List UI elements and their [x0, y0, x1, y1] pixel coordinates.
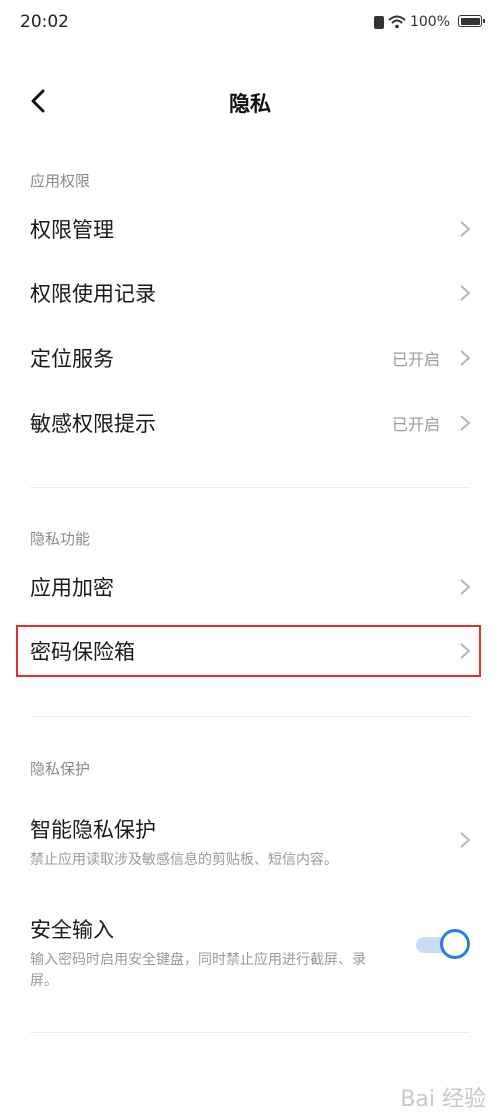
chevron-right-icon — [460, 579, 471, 595]
row-status-value: 已开启 — [391, 350, 440, 369]
battery-icon — [458, 15, 485, 27]
row-app-encryption[interactable]: 应用加密 — [0, 555, 500, 619]
row-description: 禁止应用读取涉及敏感信息的剪贴板、短信内容。 — [30, 852, 338, 868]
status-icons: 100% — [373, 14, 450, 30]
section-label-protection: 隐私保护 — [30, 760, 91, 778]
sim-icon — [373, 15, 384, 29]
chevron-right-icon — [460, 221, 471, 237]
secure-input-toggle[interactable] — [416, 929, 470, 961]
row-sensitive-permission-alert[interactable]: 敏感权限提示 已开启 — [0, 391, 500, 455]
watermark: Bai 经验 — [400, 1087, 486, 1112]
wifi-icon — [388, 15, 406, 29]
row-status-value: 已开启 — [391, 415, 440, 434]
row-label: 敏感权限提示 — [30, 412, 156, 436]
chevron-right-icon — [460, 832, 471, 848]
row-label: 应用加密 — [30, 576, 114, 600]
chevron-right-icon — [460, 285, 471, 301]
divider — [30, 487, 470, 488]
row-location-service[interactable]: 定位服务 已开启 — [0, 326, 500, 390]
row-label: 安全输入 — [30, 918, 114, 942]
row-label: 智能隐私保护 — [30, 818, 156, 842]
row-smart-privacy-protection[interactable]: 智能隐私保护 禁止应用读取涉及敏感信息的剪贴板、短信内容。 — [0, 800, 500, 890]
chevron-right-icon — [460, 415, 471, 431]
highlight-box — [16, 625, 481, 677]
row-label: 权限管理 — [30, 218, 114, 242]
divider — [30, 716, 470, 717]
row-description: 输入密码时启用安全键盘，同时禁止应用进行截屏、录屏。 — [30, 952, 366, 989]
row-permission-management[interactable]: 权限管理 — [0, 197, 500, 261]
section-label-features: 隐私功能 — [30, 530, 91, 548]
page-title: 隐私 — [229, 92, 271, 116]
divider — [30, 1032, 470, 1033]
row-label: 定位服务 — [30, 347, 114, 371]
chevron-right-icon — [460, 350, 471, 366]
section-label-permissions: 应用权限 — [30, 172, 91, 190]
row-label: 权限使用记录 — [30, 282, 156, 306]
battery-percent: 100% — [409, 14, 450, 30]
toggle-knob — [440, 929, 470, 959]
row-permission-usage-record[interactable]: 权限使用记录 — [0, 261, 500, 325]
status-time: 20:02 — [20, 12, 69, 32]
